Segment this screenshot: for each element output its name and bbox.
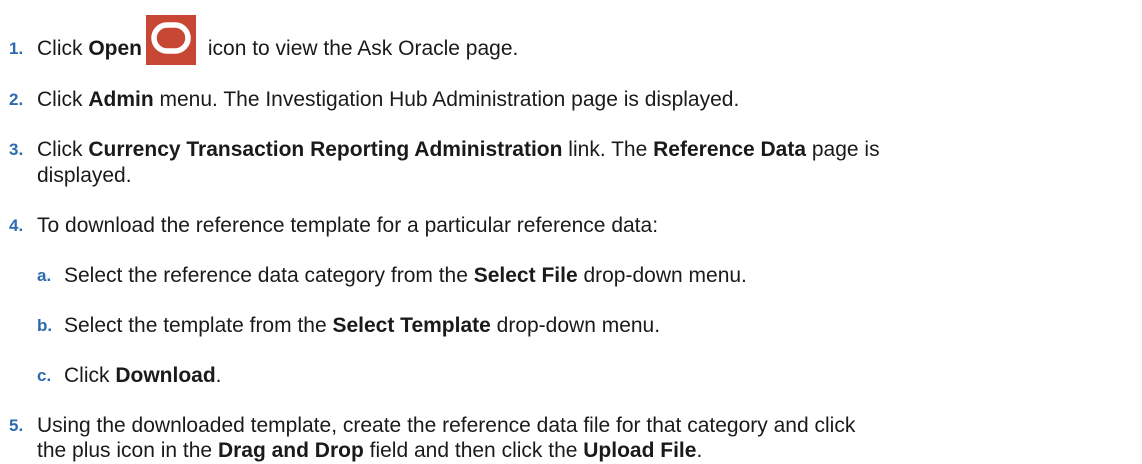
substep-letter: a. [37, 266, 52, 285]
step-number: 2. [9, 90, 24, 109]
upload-file-label: Upload File [583, 439, 697, 462]
substep-text-post: drop-down menu. [490, 314, 661, 337]
download-label: Download [115, 364, 216, 387]
step-text-line2: displayed. [37, 164, 132, 187]
drag-and-drop-label: Drag and Drop [217, 439, 364, 462]
substep-text-post: drop-down menu. [577, 264, 747, 287]
step-text-post: . [696, 439, 703, 462]
substep-text: Click Download. [64, 362, 222, 389]
step-text-post: icon to view the Ask Oracle page. [202, 37, 519, 60]
step-text-mid: link. The [562, 138, 654, 161]
substep-text: Select the reference data category from … [64, 262, 747, 289]
substep-text-pre: Select the template from the [64, 314, 333, 337]
step-number: 1. [9, 39, 24, 58]
open-label: Open [88, 37, 143, 60]
step-text-mid: field and then click the [363, 439, 584, 462]
substep-letter: c. [37, 366, 52, 385]
step-text-pre: Click [37, 138, 89, 161]
step-text-post: page is [806, 138, 880, 161]
step-text: To download the reference template for a… [37, 214, 659, 237]
step-text-post: menu. The Investigation Hub Administrati… [153, 88, 740, 111]
step-text-pre: Click [37, 88, 89, 111]
substep-text-post: . [215, 364, 222, 387]
substep-letter: b. [37, 316, 53, 335]
step-text: Click Currency Transaction Reporting Adm… [37, 136, 880, 163]
admin-label: Admin [88, 88, 154, 111]
step-number: 3. [9, 140, 24, 159]
substep-text-pre: Select the reference data category from … [64, 264, 474, 287]
step-text-line1: Using the downloaded template, create th… [37, 414, 856, 437]
step-text-line2: the plus icon in the Drag and Drop field… [37, 437, 702, 464]
select-file-label: Select File [473, 264, 578, 287]
step-text-pre: the plus icon in the [37, 439, 218, 462]
step-number: 4. [9, 216, 24, 235]
step-text: Click Admin menu. The Investigation Hub … [37, 86, 739, 113]
substep-text: Select the template from the Select Temp… [64, 312, 660, 339]
step-text: Click Open icon to view the Ask Oracle p… [37, 15, 519, 65]
ctr-admin-link-label: Currency Transaction Reporting Administr… [88, 138, 563, 161]
step-text-pre: Click [37, 37, 89, 60]
reference-data-label: Reference Data [653, 138, 807, 161]
step-number: 5. [9, 416, 24, 435]
substep-text-pre: Click [64, 364, 116, 387]
oracle-open-icon[interactable] [146, 15, 197, 65]
select-template-label: Select Template [332, 314, 491, 337]
procedure-document: 1. Click Open icon to view the Ask Oracl… [0, 0, 1142, 464]
